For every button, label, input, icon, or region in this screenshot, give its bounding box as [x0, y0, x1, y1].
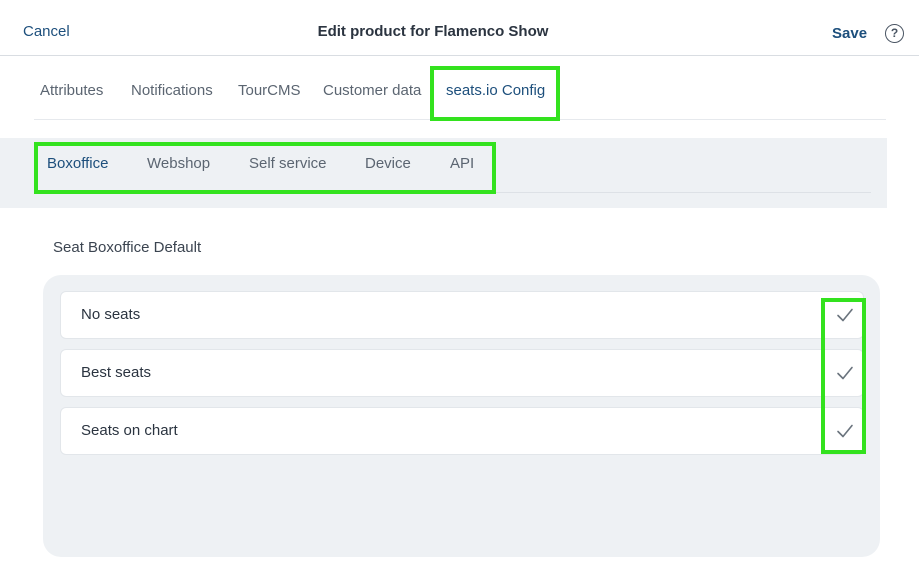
tab-attributes[interactable]: Attributes: [40, 82, 103, 99]
checkmark-icon: [837, 308, 853, 322]
subtab-api[interactable]: API: [450, 155, 474, 172]
checkmark-icon: [837, 424, 853, 438]
checkmark-icon: [837, 366, 853, 380]
option-label: No seats: [81, 306, 141, 323]
option-best-seats[interactable]: Best seats: [60, 349, 864, 397]
subtab-device[interactable]: Device: [365, 155, 411, 172]
subtab-self-service[interactable]: Self service: [249, 155, 327, 172]
save-button[interactable]: Save: [832, 25, 867, 42]
tab-customer-data[interactable]: Customer data: [323, 82, 421, 99]
subtabs-bar: Boxoffice Webshop Self service Device AP…: [0, 138, 887, 208]
tab-tourcms[interactable]: TourCMS: [238, 82, 301, 99]
subtab-boxoffice[interactable]: Boxoffice: [47, 155, 108, 172]
subtabs-divider: [34, 192, 871, 193]
tab-notifications[interactable]: Notifications: [131, 82, 213, 99]
option-no-seats[interactable]: No seats: [60, 291, 864, 339]
option-label: Best seats: [81, 364, 152, 381]
seat-options-panel: No seats Best seats Seats on chart: [43, 275, 880, 557]
option-label: Seats on chart: [81, 422, 178, 439]
option-seats-on-chart[interactable]: Seats on chart: [60, 407, 864, 455]
page-title: Edit product for Flamenco Show: [317, 23, 549, 40]
page-header: Cancel Edit product for Flamenco Show Sa…: [0, 0, 919, 56]
tab-seatsio-config[interactable]: seats.io Config: [446, 82, 545, 99]
subtab-webshop[interactable]: Webshop: [147, 155, 210, 172]
help-icon[interactable]: ?: [885, 24, 904, 43]
section-label: Seat Boxoffice Default: [53, 239, 202, 256]
main-tabs: Attributes Notifications TourCMS Custome…: [34, 66, 886, 120]
